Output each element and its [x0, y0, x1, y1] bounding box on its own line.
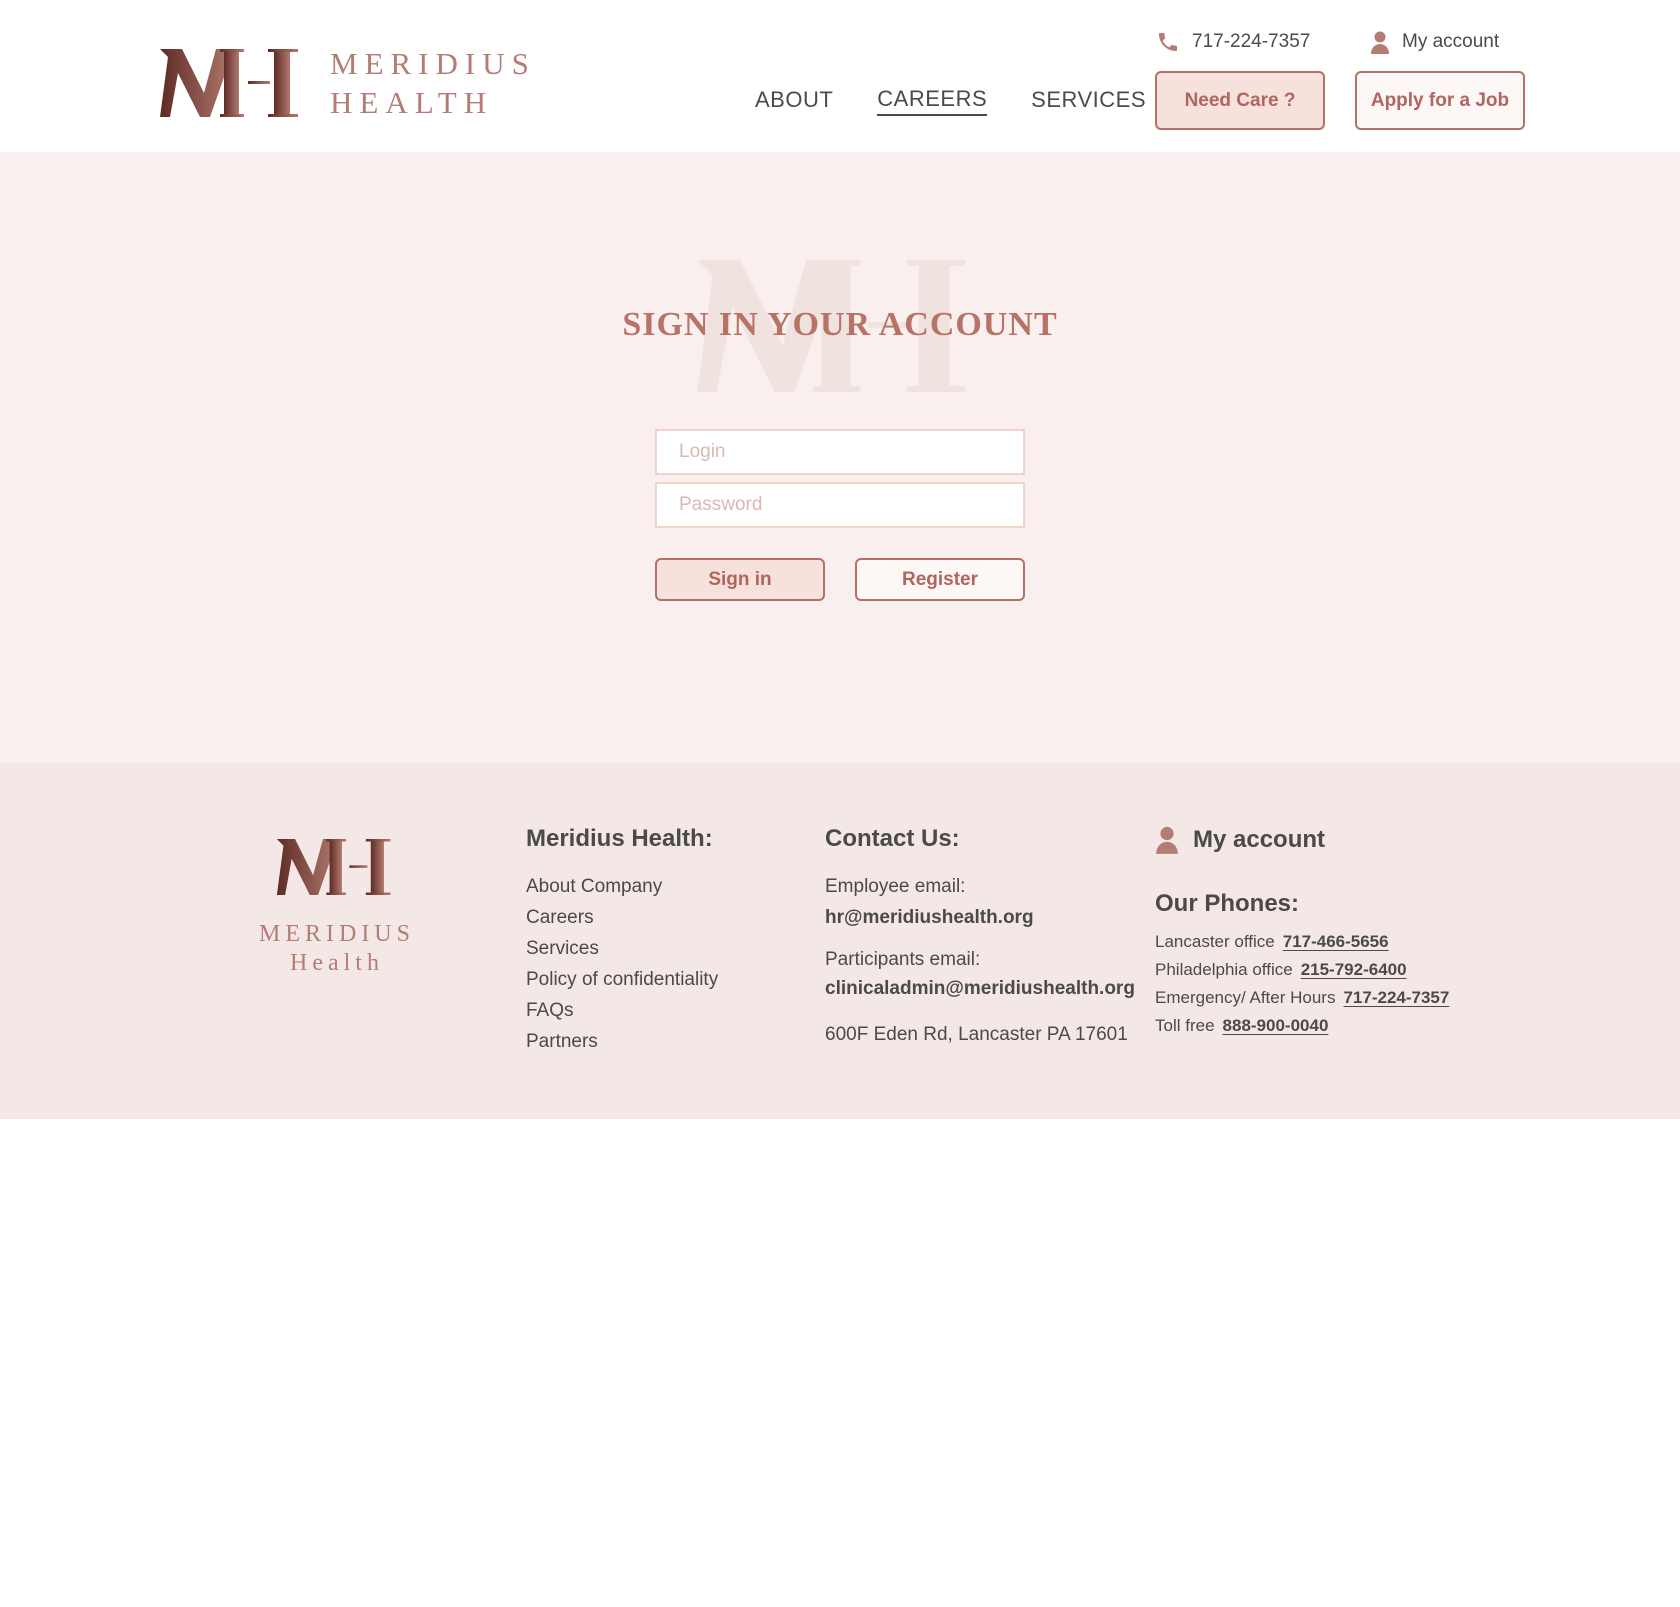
- header-phone-text: 717-224-7357: [1192, 31, 1311, 52]
- footer-logo[interactable]: MERIDIUS Health: [256, 839, 418, 977]
- header-logo[interactable]: MERIDIUS HEALTH: [160, 44, 536, 122]
- footer-about-column: Meridius Health: About Company Careers S…: [526, 825, 718, 1057]
- footer-logo-line-2: Health: [290, 950, 384, 976]
- phone-number-link[interactable]: 717-466-5656: [1283, 932, 1389, 951]
- nav-about[interactable]: ABOUT: [755, 87, 833, 115]
- footer-link-about-company[interactable]: About Company: [526, 871, 718, 902]
- nav-services[interactable]: SERVICES: [1031, 87, 1146, 115]
- phone-label: Lancaster office: [1155, 932, 1275, 951]
- phone-label: Toll free: [1155, 1016, 1215, 1035]
- site-header: MERIDIUS HEALTH 717-224-7357 My account …: [0, 0, 1680, 152]
- footer-account-title: My account: [1193, 825, 1326, 853]
- header-account-link[interactable]: My account: [1370, 28, 1499, 56]
- employee-email-label: Employee email:: [825, 876, 966, 897]
- footer-logo-mark-icon: [276, 839, 391, 895]
- footer-link-faqs[interactable]: FAQs: [526, 995, 718, 1026]
- login-input[interactable]: [655, 429, 1025, 475]
- footer-link-partners[interactable]: Partners: [526, 1026, 718, 1057]
- footer-about-links: About Company Careers Services Policy of…: [526, 871, 718, 1057]
- footer-phone-list: Lancaster office 717-466-5656 Philadelphi…: [1155, 928, 1449, 1040]
- logo-mark-icon: [160, 49, 298, 117]
- phone-icon: [1159, 33, 1177, 51]
- phone-number-link[interactable]: 215-792-6400: [1301, 960, 1407, 979]
- user-icon: [1156, 826, 1178, 854]
- footer-phones-title: Our Phones:: [1155, 890, 1300, 917]
- nav-careers[interactable]: CAREERS: [877, 86, 988, 116]
- footer-account-column: My account Our Phones: Lancaster office 7…: [1155, 825, 1449, 1040]
- register-button[interactable]: Register: [855, 558, 1025, 601]
- phone-row: Toll free 888-900-0040: [1155, 1012, 1449, 1040]
- logo-line-1: MERIDIUS: [330, 46, 536, 81]
- signin-title: SIGN IN YOUR ACCOUNT: [622, 306, 1058, 343]
- main-nav: ABOUT CAREERS SERVICES: [755, 86, 1190, 116]
- footer-address: 600F Eden Rd, Lancaster PA 17601: [825, 1024, 1128, 1045]
- header-phone-link[interactable]: 717-224-7357: [1156, 28, 1310, 56]
- phone-number-link[interactable]: 888-900-0040: [1223, 1016, 1329, 1035]
- footer-contact-title: Contact Us:: [825, 825, 960, 852]
- signin-section: SIGN IN YOUR ACCOUNT Sign in Register: [0, 152, 1680, 763]
- participants-email-label: Participants email:: [825, 949, 981, 970]
- footer-link-policy[interactable]: Policy of confidentiality: [526, 964, 718, 995]
- phone-row: Emergency/ After Hours 717-224-7357: [1155, 984, 1449, 1012]
- logo-line-2: HEALTH: [330, 85, 494, 120]
- need-care-button[interactable]: Need Care ?: [1155, 71, 1325, 130]
- footer-link-services[interactable]: Services: [526, 933, 718, 964]
- phone-row: Philadelphia office 215-792-6400: [1155, 956, 1449, 984]
- user-icon: [1371, 31, 1389, 54]
- employee-email-link[interactable]: hr@meridiushealth.org: [825, 902, 1135, 933]
- phone-label: Emergency/ After Hours: [1155, 988, 1336, 1007]
- footer-link-careers[interactable]: Careers: [526, 902, 718, 933]
- footer-contact-column: Contact Us: Employee email: hr@meridiush…: [825, 825, 1135, 1049]
- footer-account-link[interactable]: My account: [1155, 825, 1449, 854]
- logo-wordmark: MERIDIUS HEALTH: [330, 44, 536, 122]
- phone-number-link[interactable]: 717-224-7357: [1343, 988, 1449, 1007]
- password-input[interactable]: [655, 482, 1025, 528]
- signin-button[interactable]: Sign in: [655, 558, 825, 601]
- apply-job-button[interactable]: Apply for a Job: [1355, 71, 1525, 130]
- header-account-text: My account: [1402, 31, 1500, 52]
- participants-email-link[interactable]: clinicaladmin@meridiushealth.org: [825, 975, 1135, 1003]
- footer-about-title: Meridius Health:: [526, 825, 713, 852]
- footer-logo-line-1: MERIDIUS: [258, 921, 415, 947]
- site-footer: MERIDIUS Health Meridius Health: About C…: [0, 763, 1680, 1119]
- phone-label: Philadelphia office: [1155, 960, 1293, 979]
- phone-row: Lancaster office 717-466-5656: [1155, 928, 1449, 956]
